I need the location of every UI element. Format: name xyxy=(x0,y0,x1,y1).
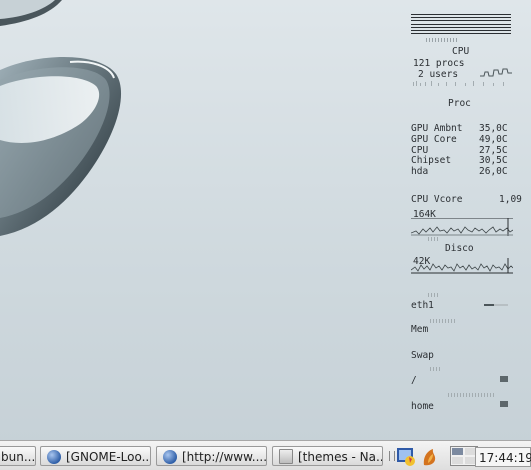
clock[interactable]: 17:44:19 xyxy=(475,447,531,467)
mem-meter xyxy=(430,319,455,323)
sparkline xyxy=(426,38,457,42)
task-button[interactable]: [GNOME-Loo... xyxy=(40,446,151,466)
sensor-name: hda xyxy=(411,166,429,177)
net-meter xyxy=(428,237,438,241)
eth-label: eth1 xyxy=(411,300,434,311)
procs-count: 121 procs xyxy=(413,58,465,69)
sensor-value: 49,0C xyxy=(479,134,508,145)
cpu-graph xyxy=(480,68,512,77)
vcore-value: 1,09 xyxy=(499,194,522,205)
home-meter xyxy=(448,393,494,397)
sensor-name: GPU Ambnt xyxy=(411,123,463,134)
clock-time: 17:44:19 xyxy=(479,451,531,465)
proc-label: Proc xyxy=(448,98,471,109)
net-graph-up xyxy=(411,218,513,236)
sensor-value: 35,0C xyxy=(479,123,508,134)
root-fs-label: / xyxy=(411,375,417,386)
tray-app-icon[interactable] xyxy=(396,445,418,467)
task-label: [themes - Na... xyxy=(298,450,383,464)
users-count: 2 users xyxy=(418,69,459,80)
header-lines xyxy=(411,14,511,36)
handle-icon[interactable] xyxy=(389,451,395,461)
swap-label: Swap xyxy=(411,350,434,361)
root-fs-bar xyxy=(500,376,508,382)
task-button[interactable]: [http://www.... xyxy=(156,446,267,466)
workspace-switcher[interactable] xyxy=(450,446,478,466)
net-graph-down xyxy=(411,258,513,274)
task-label: [GNOME-Loo... xyxy=(66,450,151,464)
sensor-name: GPU Core xyxy=(411,134,457,145)
tray-app-icon[interactable] xyxy=(419,445,441,467)
document-icon xyxy=(279,449,293,464)
sensor-value: 26,0C xyxy=(479,166,508,177)
home-fs-label: home xyxy=(411,401,434,412)
swap-meter xyxy=(430,367,440,371)
task-button[interactable]: bun... xyxy=(0,446,36,466)
cpu-label: CPU xyxy=(452,46,470,57)
vcore-label: CPU Vcore xyxy=(411,194,463,205)
system-monitor: CPU 121 procs 2 users Proc GPU Ambnt 35,… xyxy=(408,12,530,440)
disk-label: Disco xyxy=(445,243,474,254)
cpu-history xyxy=(413,81,504,86)
home-fs-bar xyxy=(500,401,508,407)
eth-meter xyxy=(428,293,438,297)
sensor-name: Chipset xyxy=(411,155,452,166)
task-label: bun... xyxy=(1,450,36,464)
task-label: [http://www.... xyxy=(182,450,267,464)
mem-label: Mem xyxy=(411,324,429,335)
taskbar: bun... [GNOME-Loo... [http://www.... [th… xyxy=(0,440,531,470)
task-button[interactable]: [themes - Na... xyxy=(272,446,383,466)
globe-icon xyxy=(47,450,61,464)
eth-bar xyxy=(484,304,508,306)
desktop[interactable]: CPU 121 procs 2 users Proc GPU Ambnt 35,… xyxy=(0,0,531,440)
globe-icon xyxy=(163,450,177,464)
sensor-value: 30,5C xyxy=(479,155,508,166)
